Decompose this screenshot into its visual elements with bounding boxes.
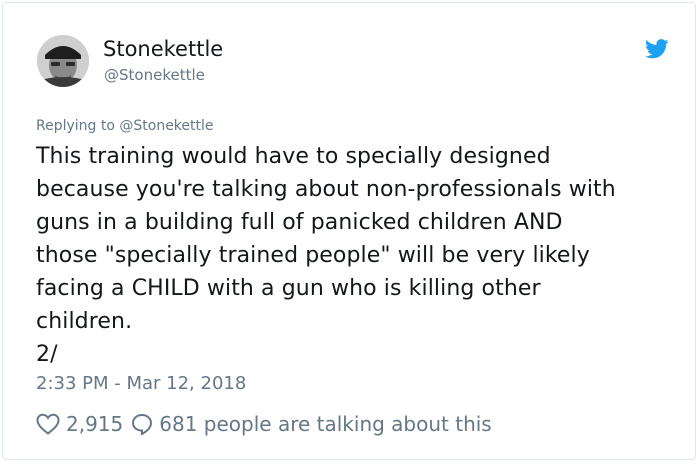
tweet-line: guns in a building full of panicked chil… — [36, 210, 563, 235]
like-count[interactable]: 2,915 — [66, 412, 123, 436]
speech-bubble-icon[interactable] — [131, 413, 153, 435]
tweet-line: those "specially trained people" will be… — [36, 243, 590, 268]
tweet-line: This training would have to specially de… — [36, 144, 551, 169]
tweet-line: because you're talking about non-profess… — [36, 177, 616, 202]
twitter-bird-icon[interactable] — [645, 39, 669, 59]
display-name[interactable]: Stonekettle — [103, 37, 223, 61]
timestamp[interactable]: 2:33 PM - Mar 12, 2018 — [36, 373, 246, 394]
screen-name[interactable]: @Stonekettle — [104, 66, 205, 84]
tweet-text: This training would have to specially de… — [36, 140, 676, 371]
tweet-card: Stonekettle @Stonekettle Replying to @St… — [2, 2, 696, 460]
heart-icon[interactable] — [36, 413, 60, 435]
avatar[interactable] — [37, 35, 89, 87]
tweet-line: 2/ — [36, 342, 58, 367]
tweet-actions: 2,915 681 people are talking about this — [36, 407, 492, 441]
talking-count[interactable]: 681 people are talking about this — [159, 412, 491, 436]
tweet-line: children. — [36, 309, 133, 334]
replying-to[interactable]: Replying to @Stonekettle — [36, 118, 214, 134]
tweet-line: facing a CHILD with a gun who is killing… — [36, 276, 541, 301]
